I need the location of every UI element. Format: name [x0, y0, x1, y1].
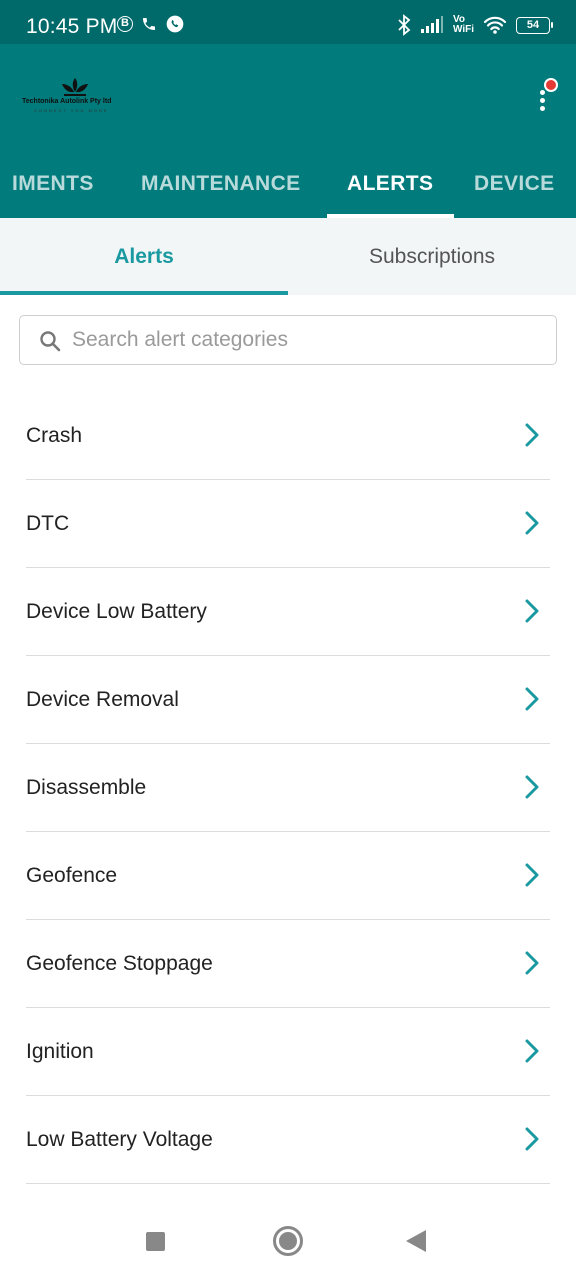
more-menu-button[interactable]: [528, 78, 558, 114]
vowifi-bottom: WiFi: [452, 24, 474, 35]
tab-iments[interactable]: IMENTS: [12, 172, 94, 196]
chevron-right-icon: [525, 775, 539, 799]
status-icons-right: Vo WiFi 54: [397, 14, 553, 36]
list-item-label: Disassemble: [26, 776, 147, 799]
menu-dot: [540, 106, 545, 111]
signal-icon: [420, 16, 443, 33]
list-item-label: Ignition: [26, 1040, 94, 1063]
list-item-label: Device Low Battery: [26, 600, 207, 623]
list-item[interactable]: Geofence: [26, 832, 550, 920]
list-item-label: Crash: [26, 424, 83, 447]
whatsapp-icon: [166, 15, 184, 33]
list-item[interactable]: Crash: [26, 392, 550, 480]
notification-badge: [544, 78, 558, 92]
company-logo: Techtonika Autolink Pty ltd CONNECT YOU …: [22, 76, 132, 116]
tab-alerts[interactable]: ALERTS: [347, 172, 433, 196]
menu-dot: [540, 98, 545, 103]
home-circle-icon[interactable]: [273, 1226, 303, 1256]
chevron-right-icon: [525, 951, 539, 975]
subtab-alerts[interactable]: Alerts: [0, 218, 288, 295]
list-item[interactable]: Disassemble: [26, 744, 550, 832]
chevron-right-icon: [525, 511, 539, 535]
list-item[interactable]: Ignition: [26, 1008, 550, 1096]
search-box: [19, 315, 557, 365]
lotus-icon: [62, 78, 88, 96]
tab-device[interactable]: DEVICE: [474, 172, 555, 196]
chevron-right-icon: [525, 423, 539, 447]
search-icon: [40, 331, 61, 352]
list-item[interactable]: Device Removal: [26, 656, 550, 744]
chevron-right-icon: [525, 863, 539, 887]
app-bar: Techtonika Autolink Pty ltd CONNECT YOU …: [0, 44, 576, 218]
vowifi-icon: Vo WiFi: [453, 15, 474, 35]
list-item-label: Low Battery Voltage: [26, 1128, 213, 1151]
system-nav-bar: [0, 1200, 576, 1280]
recents-square-icon[interactable]: [146, 1232, 165, 1251]
b-circle-icon: B: [117, 16, 133, 32]
chevron-right-icon: [525, 599, 539, 623]
chevron-right-icon: [525, 687, 539, 711]
sub-tabs: Alerts Subscriptions: [0, 218, 576, 295]
list-item-label: Geofence Stoppage: [26, 952, 213, 975]
logo-title: Techtonika Autolink Pty ltd: [22, 98, 112, 105]
logo-tagline: CONNECT YOU MORE: [34, 108, 109, 113]
main-tabs: IMENTS MAINTENANCE ALERTS DEVICE: [0, 156, 576, 218]
list-item-label: Geofence: [26, 864, 118, 887]
bluetooth-icon: [398, 14, 411, 36]
status-icons-left: B: [117, 14, 185, 34]
menu-dot: [540, 90, 545, 95]
list-item-label: Device Removal: [26, 688, 179, 711]
chevron-right-icon: [525, 1127, 539, 1151]
subtab-subscriptions[interactable]: Subscriptions: [288, 218, 576, 295]
status-bar: 10:45 PM B Vo WiFi 54: [0, 0, 576, 44]
search-input[interactable]: [72, 316, 542, 363]
list-item[interactable]: Geofence Stoppage: [26, 920, 550, 1008]
chevron-right-icon: [525, 1039, 539, 1063]
tab-maintenance[interactable]: MAINTENANCE: [141, 172, 301, 196]
battery-icon: 54: [516, 16, 553, 34]
alert-category-list: Crash DTC Device Low Battery Device Remo…: [26, 392, 550, 1184]
back-triangle-icon[interactable]: [406, 1230, 426, 1252]
list-item[interactable]: Device Low Battery: [26, 568, 550, 656]
list-item-label: DTC: [26, 512, 70, 535]
phone-icon: [143, 18, 155, 30]
wifi-icon: [483, 16, 507, 34]
list-item[interactable]: Low Battery Voltage: [26, 1096, 550, 1184]
status-time: 10:45 PM: [26, 15, 118, 38]
list-item[interactable]: DTC: [26, 480, 550, 568]
subtab-indicator: [0, 291, 288, 295]
